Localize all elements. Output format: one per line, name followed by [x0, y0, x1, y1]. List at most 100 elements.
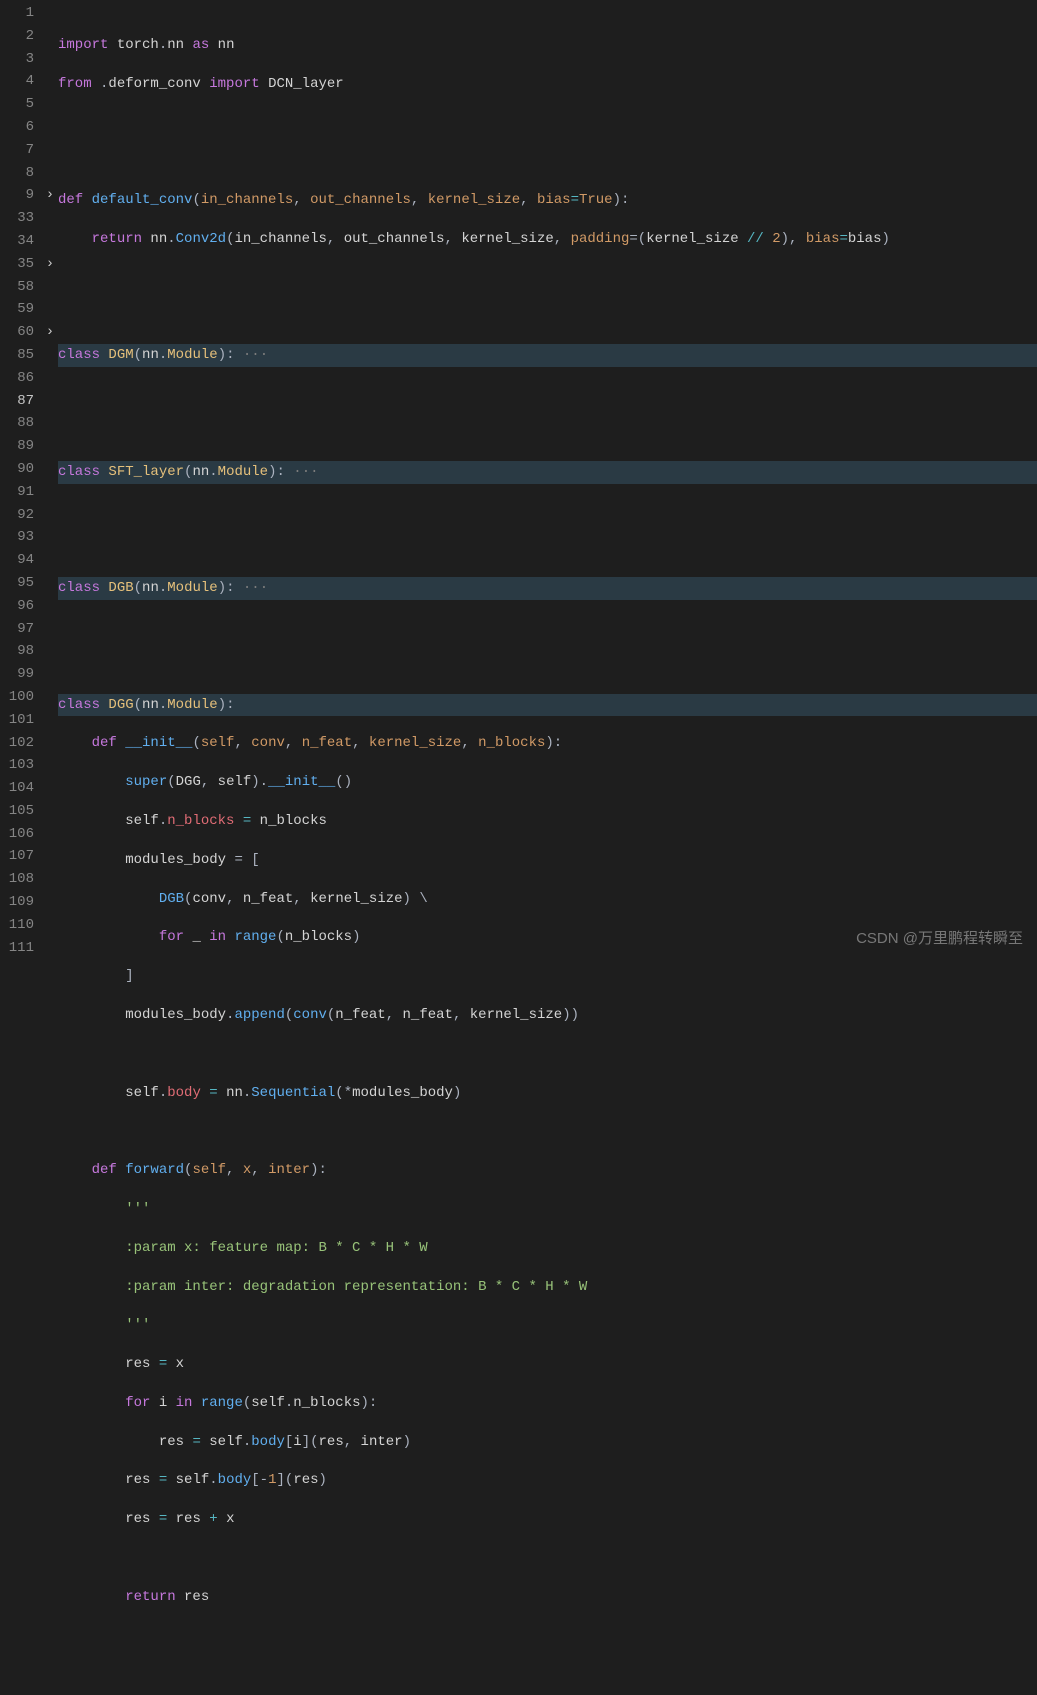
- line-number: 1: [0, 2, 34, 25]
- code-line[interactable]: [58, 538, 1037, 561]
- code-line[interactable]: :param inter: degradation representation…: [58, 1276, 1037, 1299]
- code-line[interactable]: class DGB(nn.Module): ···: [58, 577, 1037, 600]
- code-line[interactable]: ''': [58, 1198, 1037, 1221]
- code-line[interactable]: [58, 500, 1037, 523]
- code-line[interactable]: for i in range(self.n_blocks):: [58, 1392, 1037, 1415]
- line-number: 102: [0, 732, 34, 755]
- code-line[interactable]: from .deform_conv import DCN_layer: [58, 73, 1037, 96]
- fold-toggle: [42, 93, 58, 116]
- code-line[interactable]: ''': [58, 1314, 1037, 1337]
- fold-toggle: [42, 891, 58, 914]
- code-line[interactable]: class DGG(nn.Module):: [58, 694, 1037, 717]
- code-line[interactable]: return res: [58, 1586, 1037, 1609]
- line-number: 3: [0, 48, 34, 71]
- code-line[interactable]: [58, 112, 1037, 135]
- fold-toggle: [42, 595, 58, 618]
- line-number: 7: [0, 139, 34, 162]
- fold-toggle: [42, 230, 58, 253]
- code-line[interactable]: def forward(self, x, inter):: [58, 1159, 1037, 1182]
- code-line[interactable]: class SFT_layer(nn.Module): ···: [58, 461, 1037, 484]
- line-number: 107: [0, 845, 34, 868]
- code-line[interactable]: [58, 1547, 1037, 1570]
- fold-toggle: [42, 663, 58, 686]
- line-number: 9: [0, 184, 34, 207]
- code-line[interactable]: [58, 1043, 1037, 1066]
- code-line[interactable]: super(DGG, self).__init__(): [58, 771, 1037, 794]
- code-line[interactable]: [58, 150, 1037, 173]
- fold-toggle[interactable]: ›: [42, 321, 58, 344]
- fold-toggle: [42, 298, 58, 321]
- fold-toggle[interactable]: ›: [42, 184, 58, 207]
- fold-column[interactable]: › › ›: [42, 0, 58, 960]
- code-line[interactable]: res = self.body[-1](res): [58, 1469, 1037, 1492]
- fold-toggle: [42, 572, 58, 595]
- line-number: 88: [0, 412, 34, 435]
- code-line[interactable]: def default_conv(in_channels, out_channe…: [58, 189, 1037, 212]
- code-line[interactable]: [58, 1120, 1037, 1143]
- line-number: 90: [0, 458, 34, 481]
- fold-toggle: [42, 732, 58, 755]
- line-number: 89: [0, 435, 34, 458]
- fold-toggle: [42, 276, 58, 299]
- code-line[interactable]: for _ in range(n_blocks): [58, 926, 1037, 949]
- code-line[interactable]: class DGM(nn.Module): ···: [58, 344, 1037, 367]
- fold-toggle: [42, 116, 58, 139]
- fold-toggle: [42, 70, 58, 93]
- fold-toggle: [42, 914, 58, 937]
- line-number: 97: [0, 618, 34, 641]
- line-number: 96: [0, 595, 34, 618]
- fold-toggle: [42, 937, 58, 960]
- line-number: 93: [0, 526, 34, 549]
- line-number: 59: [0, 298, 34, 321]
- line-number: 104: [0, 777, 34, 800]
- line-number: 6: [0, 116, 34, 139]
- code-line[interactable]: [58, 1625, 1037, 1648]
- code-line[interactable]: modules_body.append(conv(n_feat, n_feat,…: [58, 1004, 1037, 1027]
- line-number: 101: [0, 709, 34, 732]
- fold-toggle: [42, 481, 58, 504]
- code-line[interactable]: [58, 616, 1037, 639]
- code-line[interactable]: def __init__(self, conv, n_feat, kernel_…: [58, 732, 1037, 755]
- line-number: 105: [0, 800, 34, 823]
- code-line[interactable]: res = x: [58, 1353, 1037, 1376]
- line-number: 106: [0, 823, 34, 846]
- fold-toggle: [42, 709, 58, 732]
- line-number: 110: [0, 914, 34, 937]
- fold-toggle: [42, 207, 58, 230]
- code-line[interactable]: [58, 422, 1037, 445]
- code-line[interactable]: self.body = nn.Sequential(*modules_body): [58, 1082, 1037, 1105]
- line-number: 58: [0, 276, 34, 299]
- fold-toggle: [42, 435, 58, 458]
- code-line[interactable]: DGB(conv, n_feat, kernel_size) \: [58, 888, 1037, 911]
- line-number: 2: [0, 25, 34, 48]
- code-line[interactable]: :param x: feature map: B * C * H * W: [58, 1237, 1037, 1260]
- fold-toggle: [42, 800, 58, 823]
- line-number: 86: [0, 367, 34, 390]
- code-line[interactable]: res = self.body[i](res, inter): [58, 1431, 1037, 1454]
- fold-toggle: [42, 504, 58, 527]
- line-number: 91: [0, 481, 34, 504]
- line-number: 35: [0, 253, 34, 276]
- code-line[interactable]: import torch.nn as nn: [58, 34, 1037, 57]
- code-editor[interactable]: 1234567893334355859608586878889909192939…: [0, 0, 1037, 960]
- fold-toggle: [42, 48, 58, 71]
- code-area[interactable]: import torch.nn as nn from .deform_conv …: [58, 0, 1037, 960]
- code-line[interactable]: return nn.Conv2d(in_channels, out_channe…: [58, 228, 1037, 251]
- code-line[interactable]: modules_body = [: [58, 849, 1037, 872]
- code-line[interactable]: [58, 655, 1037, 678]
- fold-toggle: [42, 367, 58, 390]
- code-line[interactable]: self.n_blocks = n_blocks: [58, 810, 1037, 833]
- line-number: 98: [0, 640, 34, 663]
- line-number: 95: [0, 572, 34, 595]
- code-line[interactable]: [58, 383, 1037, 406]
- fold-toggle: [42, 845, 58, 868]
- code-line[interactable]: [58, 306, 1037, 329]
- fold-toggle[interactable]: ›: [42, 253, 58, 276]
- line-number: 60: [0, 321, 34, 344]
- line-number: 100: [0, 686, 34, 709]
- code-line[interactable]: ]: [58, 965, 1037, 988]
- fold-toggle: [42, 2, 58, 25]
- fold-toggle: [42, 458, 58, 481]
- code-line[interactable]: res = res + x: [58, 1508, 1037, 1531]
- code-line[interactable]: [58, 267, 1037, 290]
